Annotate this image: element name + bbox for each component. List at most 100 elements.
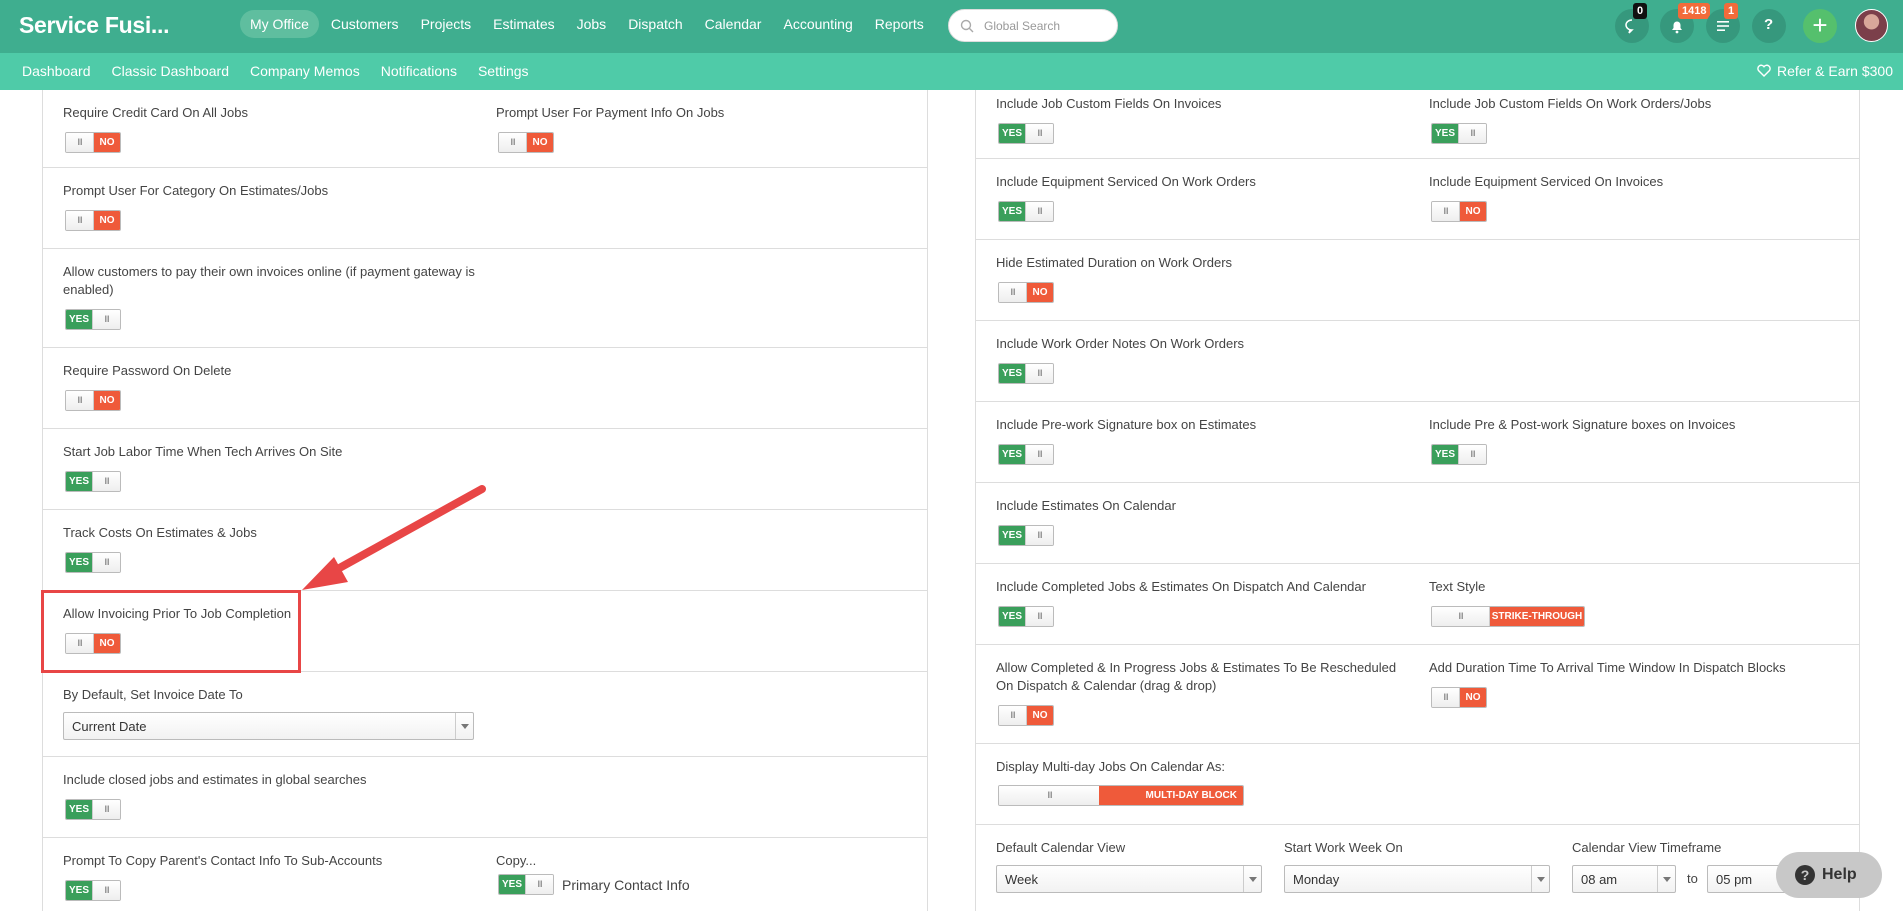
subnav-dashboard[interactable]: Dashboard — [22, 63, 91, 79]
settings-row: Hide Estimated Duration on Work Orders I… — [976, 240, 1859, 321]
tasks-button[interactable]: 1 — [1706, 3, 1740, 43]
settings-row: Default Calendar View Week Start Work We… — [976, 825, 1859, 911]
primary-contact-toggle[interactable]: YES III — [498, 874, 554, 895]
add-duration-toggle[interactable]: III NO — [1431, 687, 1487, 708]
timeframe-label: Calendar View Timeframe — [1572, 840, 1722, 855]
nav-calendar[interactable]: Calendar — [695, 10, 772, 38]
job-custom-invoices-toggle[interactable]: YES III — [998, 123, 1054, 144]
chevron-down-icon — [1243, 866, 1261, 892]
nav-jobs[interactable]: Jobs — [567, 10, 617, 38]
time-to-word: to — [1687, 871, 1698, 886]
chat-button[interactable]: 0 — [1615, 3, 1649, 43]
subnav-notifications[interactable]: Notifications — [381, 63, 457, 79]
plus-icon: + — [1812, 10, 1828, 40]
settings-row: Allow customers to pay their own invoice… — [43, 249, 927, 348]
add-button[interactable]: + — [1803, 9, 1837, 43]
start-week-value: Monday — [1293, 872, 1340, 887]
allow-reschedule-label: Allow Completed & In Progress Jobs & Est… — [996, 660, 1397, 693]
primary-contact-label: Primary Contact Info — [562, 877, 690, 893]
settings-row: Allow Completed & In Progress Jobs & Est… — [976, 645, 1859, 744]
avatar[interactable] — [1855, 9, 1888, 42]
nav-my-office[interactable]: My Office — [240, 10, 319, 38]
chevron-down-icon — [1657, 866, 1675, 892]
invoice-date-value: Current Date — [72, 719, 147, 734]
settings-row: Include closed jobs and estimates in glo… — [43, 757, 927, 838]
hide-duration-toggle[interactable]: III NO — [998, 282, 1054, 303]
prework-sig-label: Include Pre-work Signature box on Estima… — [996, 417, 1257, 432]
refer-earn-link[interactable]: Refer & Earn $300 — [1757, 63, 1893, 79]
help-label: Help — [1822, 866, 1857, 883]
default-view-label: Default Calendar View — [996, 840, 1126, 855]
wo-notes-toggle[interactable]: YES III — [998, 363, 1054, 384]
nav-reports[interactable]: Reports — [865, 10, 934, 38]
highlight-box — [41, 590, 301, 673]
add-duration-label: Add Duration Time To Arrival Time Window… — [1429, 660, 1786, 675]
top-navigation-bar: Service Fusi... My Office Customers Proj… — [0, 0, 1903, 53]
default-view-select[interactable]: Week — [996, 865, 1262, 893]
job-custom-workorders-toggle[interactable]: YES III — [1431, 123, 1487, 144]
require-cc-toggle[interactable]: III NO — [65, 132, 121, 153]
nav-dispatch[interactable]: Dispatch — [618, 10, 692, 38]
completed-dispatch-toggle[interactable]: YES III — [998, 606, 1054, 627]
prompt-category-label: Prompt User For Category On Estimates/Jo… — [63, 183, 329, 198]
help-button[interactable]: ? — [1752, 9, 1786, 43]
prompt-payment-toggle[interactable]: III NO — [498, 132, 554, 153]
prepost-sig-toggle[interactable]: YES III — [1431, 444, 1487, 465]
nav-customers[interactable]: Customers — [321, 10, 409, 38]
help-widget-button[interactable]: ? Help — [1776, 852, 1882, 898]
settings-row: Include Completed Jobs & Estimates On Di… — [976, 564, 1859, 645]
equip-workorders-toggle[interactable]: YES III — [998, 201, 1054, 222]
copy-parent-toggle[interactable]: YES III — [65, 880, 121, 901]
settings-row: Prompt To Copy Parent's Contact Info To … — [43, 838, 927, 911]
track-costs-label: Track Costs On Estimates & Jobs — [63, 525, 257, 540]
notifications-badge: 1418 — [1678, 3, 1711, 19]
start-labor-toggle[interactable]: YES III — [65, 471, 121, 492]
nav-projects[interactable]: Projects — [411, 10, 482, 38]
bell-icon — [1672, 21, 1682, 34]
settings-row: Start Job Labor Time When Tech Arrives O… — [43, 429, 927, 510]
start-week-select[interactable]: Monday — [1284, 865, 1550, 893]
include-closed-toggle[interactable]: YES III — [65, 799, 121, 820]
tasks-badge: 1 — [1724, 3, 1739, 19]
prompt-category-toggle[interactable]: III NO — [65, 210, 121, 231]
settings-row: Display Multi-day Jobs On Calendar As: I… — [976, 744, 1859, 825]
equip-workorders-label: Include Equipment Serviced On Work Order… — [996, 174, 1256, 189]
time-to-value: 05 pm — [1716, 872, 1753, 887]
subnav-company-memos[interactable]: Company Memos — [250, 63, 360, 79]
settings-panel-left: Require Credit Card On All Jobs III NO Pr… — [42, 90, 928, 911]
app-logo[interactable]: Service Fusi... — [19, 12, 170, 39]
prework-sig-toggle[interactable]: YES III — [998, 444, 1054, 465]
allow-reschedule-toggle[interactable]: III NO — [998, 705, 1054, 726]
include-closed-label: Include closed jobs and estimates in glo… — [63, 772, 367, 787]
notifications-button[interactable]: 1418 — [1660, 3, 1711, 43]
subnav-classic-dashboard[interactable]: Classic Dashboard — [112, 63, 230, 79]
require-password-label: Require Password On Delete — [63, 363, 232, 378]
estimates-calendar-toggle[interactable]: YES III — [998, 525, 1054, 546]
require-password-toggle[interactable]: III NO — [65, 390, 121, 411]
default-view-value: Week — [1005, 872, 1038, 887]
invoice-date-label: By Default, Set Invoice Date To — [63, 687, 243, 702]
subnav-settings[interactable]: Settings — [478, 63, 529, 79]
allow-pay-online-toggle[interactable]: YES III — [65, 309, 121, 330]
multiday-toggle[interactable]: III MULTI-DAY BLOCK — [998, 785, 1244, 806]
settings-row: Include Equipment Serviced On Work Order… — [976, 159, 1859, 240]
chat-icon — [1625, 19, 1634, 34]
equip-invoices-toggle[interactable]: III NO — [1431, 201, 1487, 222]
text-style-toggle[interactable]: III STRIKE-THROUGH — [1431, 606, 1585, 627]
time-from-select[interactable]: 08 am — [1572, 865, 1676, 893]
chevron-down-icon — [1531, 866, 1549, 892]
settings-row: By Default, Set Invoice Date To Current … — [43, 672, 927, 757]
track-costs-toggle[interactable]: YES III — [65, 552, 121, 573]
start-week-label: Start Work Week On — [1284, 840, 1403, 855]
nav-estimates[interactable]: Estimates — [483, 10, 564, 38]
wo-notes-label: Include Work Order Notes On Work Orders — [996, 336, 1245, 351]
invoice-date-select[interactable]: Current Date — [63, 712, 474, 740]
global-search-input[interactable]: Global Search — [948, 9, 1118, 42]
settings-row: Include Estimates On Calendar YES III — [976, 483, 1859, 564]
nav-accounting[interactable]: Accounting — [773, 10, 862, 38]
settings-row: Include Work Order Notes On Work Orders … — [976, 321, 1859, 402]
job-custom-invoices-label: Include Job Custom Fields On Invoices — [996, 96, 1222, 111]
settings-row: Require Credit Card On All Jobs III NO Pr… — [43, 90, 927, 168]
help-icon: ? — [1795, 865, 1815, 885]
settings-row: Include Job Custom Fields On Invoices YE… — [976, 90, 1859, 159]
